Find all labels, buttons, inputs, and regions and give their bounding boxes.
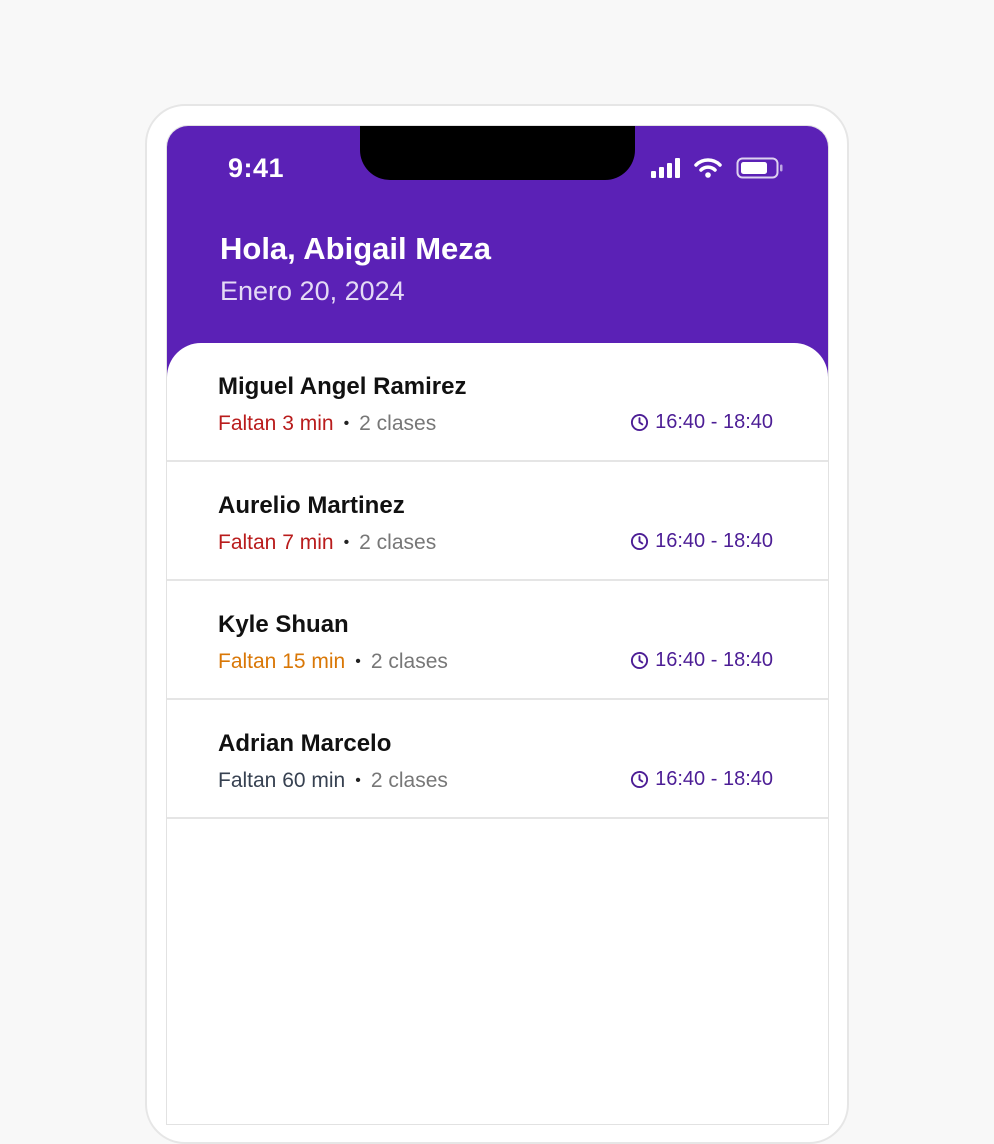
class-count: 2 clases [359,412,437,435]
class-count: 2 clases [370,769,448,792]
time-range: 16:40 - 18:40 [630,530,773,553]
class-count: 2 clases [370,650,448,673]
student-name: Kyle Shuan [218,611,349,638]
remaining-time: Faltan 3 min [218,412,334,435]
appointment-list: Miguel Angel Ramirez Faltan 3 min • 2 cl… [167,343,828,1124]
battery-icon [736,157,783,179]
clock-icon [631,651,649,670]
status-icons [651,157,784,179]
date-subtitle: Enero 20, 2024 [220,276,405,306]
time-range: 16:40 - 18:40 [630,768,773,791]
wifi-icon [694,158,722,178]
clock-icon [631,413,649,432]
remaining-time: Faltan 60 min [218,769,346,792]
phone-screen: 9:41 Hola, Abigail Meza Enero 20, 2024 M… [166,125,829,1125]
list-item[interactable]: Miguel Angel Ramirez Faltan 3 min • 2 cl… [167,343,828,462]
status-time: 9:41 [228,153,285,183]
list-item[interactable]: Kyle Shuan Faltan 15 min • 2 clases 16:4… [167,581,828,700]
student-name: Miguel Angel Ramirez [218,373,467,400]
separator-dot: • [343,534,350,551]
row-meta: Faltan 15 min • 2 clases [218,650,448,674]
time-range-label: 16:40 - 18:40 [655,411,773,433]
row-meta: Faltan 60 min • 2 clases [218,769,448,793]
class-count: 2 clases [359,531,437,554]
separator-dot: • [355,653,361,670]
notch [360,126,635,180]
list-item[interactable]: Adrian Marcelo Faltan 60 min • 2 clases … [167,700,828,819]
separator-dot: • [355,772,361,789]
time-range: 16:40 - 18:40 [630,411,773,434]
clock-icon [631,770,649,789]
remaining-time: Faltan 7 min [218,531,334,554]
student-name: Adrian Marcelo [218,730,392,757]
time-range-label: 16:40 - 18:40 [655,768,773,790]
time-range-label: 16:40 - 18:40 [655,530,773,552]
greeting-title: Hola, Abigail Meza [220,231,492,266]
time-range-label: 16:40 - 18:40 [655,649,773,671]
row-meta: Faltan 7 min • 2 clases [218,531,436,555]
row-meta: Faltan 3 min • 2 clases [218,412,436,436]
time-range: 16:40 - 18:40 [630,649,773,672]
separator-dot: • [343,415,350,432]
remaining-time: Faltan 15 min [218,650,346,673]
list-item[interactable]: Aurelio Martinez Faltan 7 min • 2 clases… [167,462,828,581]
clock-icon [631,532,649,551]
signal-icon [651,158,680,178]
student-name: Aurelio Martinez [218,492,405,519]
